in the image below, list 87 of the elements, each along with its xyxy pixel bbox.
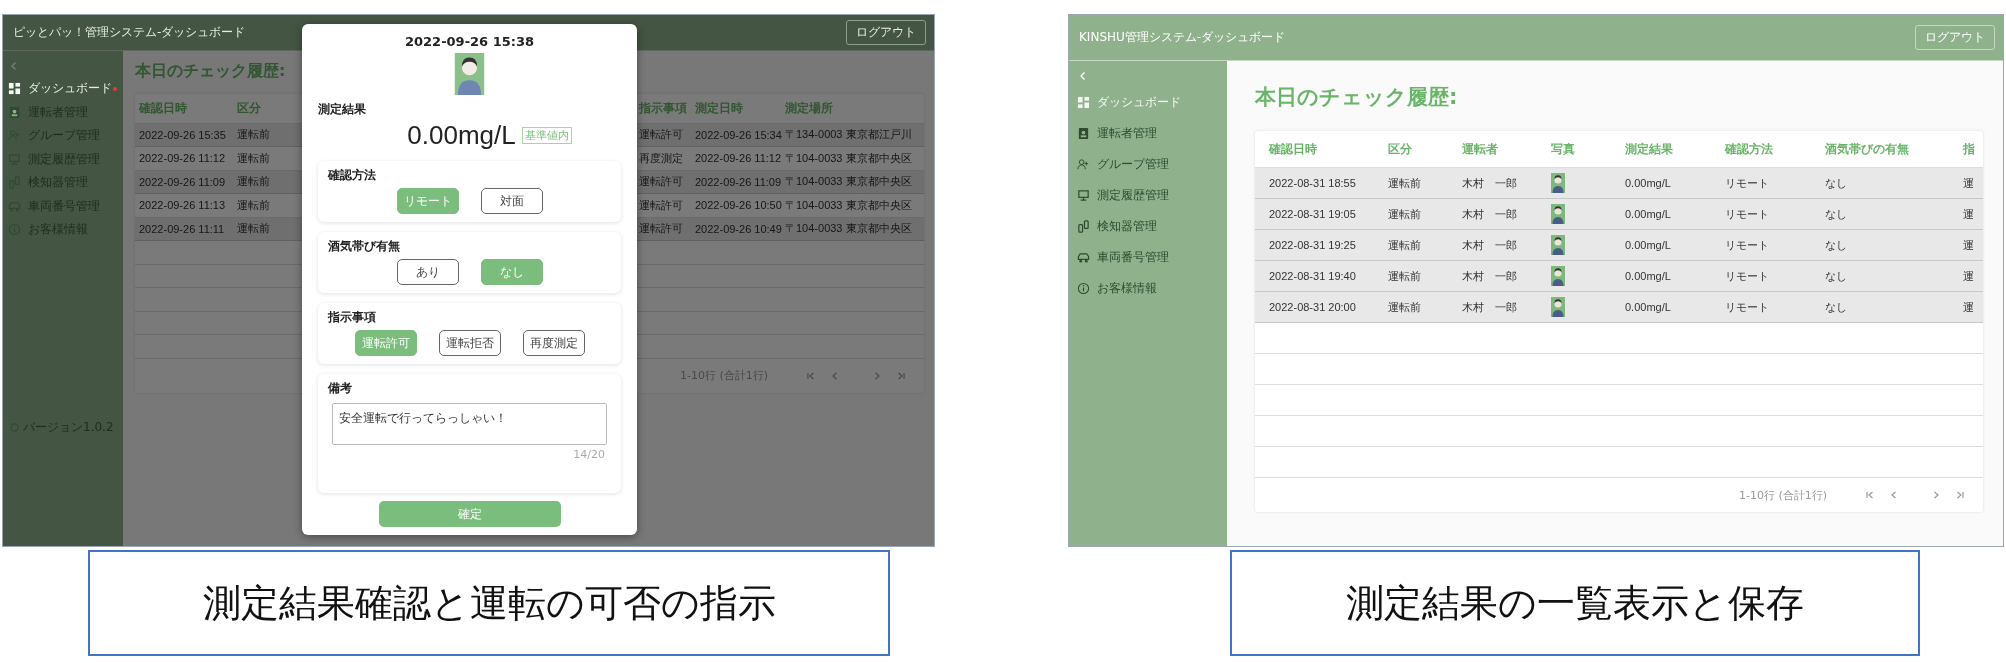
table-cell-text: 運転前 xyxy=(1388,299,1422,315)
column-header: 確認方法 xyxy=(1725,140,1774,158)
table-cell-text: なし xyxy=(1825,299,1848,315)
page-heading: 本日のチェック履歴: xyxy=(135,61,287,82)
table-cell-text: 運転前 xyxy=(1388,175,1422,191)
table-cell-text: 運 xyxy=(1963,237,1975,253)
table-cell-text: 0.00mg/L xyxy=(1625,270,1672,282)
table-cell-text: 運転許可 xyxy=(639,197,684,213)
page-heading: 本日のチェック履歴: xyxy=(1255,84,1459,111)
table-cell-text: なし xyxy=(1825,206,1848,222)
table-cell-text: 2022-09-26 11:13 xyxy=(139,199,227,212)
table-cell-text: 運転前 xyxy=(237,221,271,237)
table-cell-text: リモート xyxy=(1725,237,1770,253)
table-cell-text: 2022-09-26 11:11 xyxy=(139,222,226,235)
dialog-title: 2022-09-26 15:38 xyxy=(404,34,535,49)
section-label: 測定結果 xyxy=(318,101,366,118)
table-cell-text: 2022-09-26 10:50 xyxy=(695,199,783,212)
caption-text: 測定結果の一覧表示と保存 xyxy=(1346,579,1804,627)
table-cell-text: 運転前 xyxy=(237,127,271,143)
table-cell-text: 〒104-0033 東京都中央区 xyxy=(785,150,913,166)
table-cell-text: 運転前 xyxy=(1388,237,1422,253)
table-cell-text: 2022-08-31 19:25 xyxy=(1269,239,1357,251)
column-header: 確認日時 xyxy=(1269,140,1318,158)
table-cell-text: 2022-08-31 20:00 xyxy=(1269,301,1357,313)
column-header: 運転者 xyxy=(1462,140,1499,158)
section-label: 備考 xyxy=(328,380,353,397)
table-cell-text: 再度測定 xyxy=(639,150,684,166)
table-cell-text: 木村 一郎 xyxy=(1462,206,1518,222)
table-cell-text: 2022-09-26 11:12 xyxy=(695,152,783,165)
table-cell-text: 運転前 xyxy=(1388,268,1422,284)
column-header: 指示事項 xyxy=(639,99,688,117)
app-title: ピッとパッ！管理システム-ダッシュボード xyxy=(13,24,246,41)
table-cell-text: 運転前 xyxy=(1388,206,1422,222)
table-cell-text: 0.00mg/L xyxy=(1625,177,1672,189)
table-cell-text: なし xyxy=(1825,237,1848,253)
table-cell-text: 運転前 xyxy=(237,197,271,213)
caption-text: 測定結果確認と運転の可否の指示 xyxy=(202,579,776,627)
table-cell-text: 運転前 xyxy=(237,150,271,166)
section-label: 指示事項 xyxy=(328,309,377,326)
table-cell-text: 2022-09-26 11:12 xyxy=(139,152,227,165)
table-cell-text: リモート xyxy=(1725,299,1770,315)
table-cell-text: 木村 一郎 xyxy=(1462,268,1518,284)
table-cell-text: なし xyxy=(1825,268,1848,284)
table-cell-text: リモート xyxy=(1725,175,1770,191)
table-cell-text: 〒104-0033 東京都中央区 xyxy=(785,221,913,237)
table-cell-text: 運転許可 xyxy=(639,127,684,143)
table-cell-text: 運 xyxy=(1963,175,1975,191)
table-cell-text: 運 xyxy=(1963,299,1975,315)
pagination-label: 1-10行 (合計1行) xyxy=(1738,487,1827,503)
table-cell-text: 2022-08-31 19:05 xyxy=(1269,208,1357,220)
table-cell-text: 木村 一郎 xyxy=(1462,299,1518,315)
table-cell-text: 運 xyxy=(1963,268,1975,284)
table-cell-text: 0.00mg/L xyxy=(1625,301,1672,313)
app-title: KINSHU管理システム-ダッシュボード xyxy=(1079,29,1286,46)
column-header: 測定場所 xyxy=(785,99,834,117)
character-counter: 14/20 xyxy=(573,448,605,461)
column-header: 区分 xyxy=(1388,140,1413,158)
table-cell-text: 木村 一郎 xyxy=(1462,237,1518,253)
column-header: 確認日時 xyxy=(139,99,188,117)
column-header: 測定結果 xyxy=(1625,140,1674,158)
table-cell-text: 0.00mg/L xyxy=(1625,239,1672,251)
column-header: 酒気帯びの有無 xyxy=(1825,140,1910,158)
table-cell-text: 2022-08-31 18:55 xyxy=(1269,177,1357,189)
table-cell-text: 2022-09-26 11:09 xyxy=(139,175,227,188)
table-cell-text: 運転許可 xyxy=(639,221,684,237)
column-header: 指 xyxy=(1963,140,1976,158)
table-cell-text: 木村 一郎 xyxy=(1462,175,1518,191)
section-label: 酒気帯び有無 xyxy=(328,238,401,255)
table-cell-text: リモート xyxy=(1725,268,1770,284)
column-header: 区分 xyxy=(237,99,262,117)
table-cell-text: 2022-09-26 15:35 xyxy=(139,128,227,141)
status-badge: 基準値内 xyxy=(521,127,572,144)
table-cell-text: 2022-08-31 19:40 xyxy=(1269,270,1357,282)
table-cell-text: なし xyxy=(1825,175,1848,191)
table-cell-text: 運 xyxy=(1963,206,1975,222)
table-cell-text: 2022-09-26 10:49 xyxy=(695,222,783,235)
table-cell-text: 運転許可 xyxy=(639,174,684,190)
table-cell-text: 〒104-0033 東京都中央区 xyxy=(785,197,913,213)
column-header: 測定日時 xyxy=(695,99,744,117)
table-cell-text: 2022-09-26 11:09 xyxy=(695,175,783,188)
table-cell-text: 運転前 xyxy=(237,174,271,190)
table-cell-text: 〒134-0003 東京都江戸川 xyxy=(785,127,913,143)
table-cell-text: 2022-09-26 15:34 xyxy=(695,128,783,141)
column-header: 写真 xyxy=(1551,140,1576,158)
table-cell-text: リモート xyxy=(1725,206,1770,222)
table-cell-text: 〒104-0033 東京都中央区 xyxy=(785,174,913,190)
table-cell-text: 0.00mg/L xyxy=(1625,208,1672,220)
